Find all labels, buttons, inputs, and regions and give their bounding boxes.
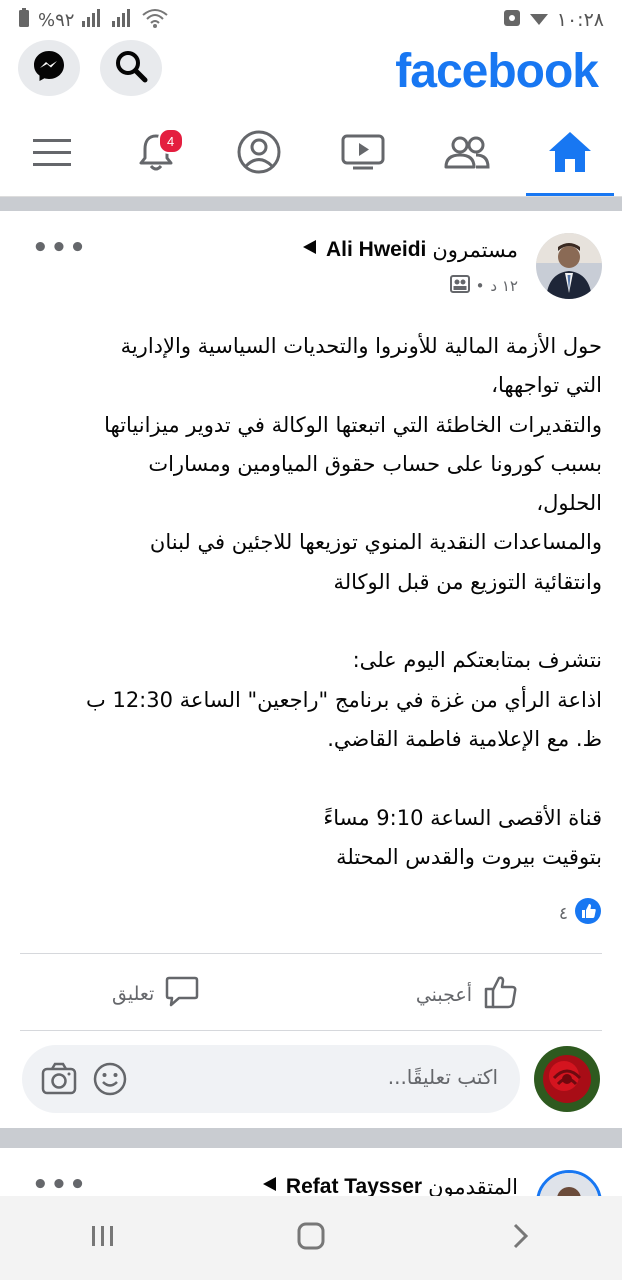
post-options-button[interactable]: ••• xyxy=(32,1170,88,1196)
status-left: %٩٢ xyxy=(18,7,169,33)
post-text-line: حول الأزمة المالية للأونروا والتحديات ال… xyxy=(120,334,602,358)
reaction-count: ٤ xyxy=(558,903,568,924)
notification-badge: 4 xyxy=(157,128,184,154)
feed-separator xyxy=(0,197,622,211)
tab-friends[interactable] xyxy=(415,112,519,196)
comment-button[interactable]: تعليق xyxy=(112,973,200,1014)
recent-apps-button[interactable] xyxy=(88,1221,118,1255)
post-text-line: والمساعدات النقدية المنوي توزيعها للاجئي… xyxy=(149,530,602,555)
tab-home[interactable] xyxy=(518,112,622,196)
post-text-line: اذاعة الرأي من غزة في برنامج "راجعين" ال… xyxy=(86,687,602,712)
reaction-summary[interactable]: ٤ xyxy=(559,897,602,930)
arrow-left-icon xyxy=(260,1174,280,1196)
search-button[interactable] xyxy=(100,40,162,96)
post-text-line: وانتقائية التوزيع من قبل الوكالة xyxy=(333,569,602,594)
post-text-line: بسبب كورونا على حساب حقوق المياومين ومسا… xyxy=(148,451,602,476)
group-privacy-icon xyxy=(449,275,470,297)
status-right: ١٠:٢٨ xyxy=(503,9,604,32)
facebook-logo[interactable]: facebook xyxy=(395,44,599,99)
comment-input[interactable]: اكتب تعليقًا... xyxy=(22,1045,520,1113)
feed-separator xyxy=(0,1128,622,1148)
search-icon xyxy=(114,49,148,87)
post-text: حول الأزمة المالية للأونروا والتحديات ال… xyxy=(20,327,602,877)
arrow-left-icon xyxy=(300,237,320,263)
tab-notifications[interactable]: 4 xyxy=(104,112,208,196)
author-avatar[interactable] xyxy=(536,233,602,299)
like-reaction-icon xyxy=(574,897,602,930)
comment-tools xyxy=(40,1061,128,1101)
friends-icon xyxy=(443,132,491,176)
divider xyxy=(20,953,602,954)
battery-percentage: %٩٢ xyxy=(38,9,75,31)
tab-watch[interactable] xyxy=(311,112,415,196)
author-avatar[interactable] xyxy=(536,1170,602,1196)
group-name[interactable]: المتقدمون xyxy=(428,1175,518,1197)
messenger-button[interactable] xyxy=(18,40,80,96)
status-bar: %٩٢ ١٠:٢٨ xyxy=(0,0,622,40)
post-time[interactable]: ١٢ د xyxy=(490,277,518,295)
post-text-line: ظ. مع الإعلامية فاطمة القاضي. xyxy=(327,726,602,751)
messenger-icon xyxy=(31,48,67,88)
system-nav-bar xyxy=(0,1196,622,1280)
emoji-icon[interactable] xyxy=(92,1061,128,1101)
app-header: facebook xyxy=(0,40,622,102)
post-header: مستمرون Ali Hweidi xyxy=(300,237,518,263)
post-text-blank xyxy=(20,602,602,641)
post-text-line: بتوقيت بيروت والقدس المحتلة xyxy=(336,844,602,869)
group-name[interactable]: مستمرون xyxy=(432,238,518,263)
feed-post: ••• المتقدمون Refat Taysser xyxy=(0,1148,622,1196)
feed-post: ••• مستمرون Ali Hweidi ١٢ د • حول الأزمة… xyxy=(0,211,622,1128)
post-text-line: قناة الأقصى الساعة 9:10 مساءً xyxy=(323,805,602,830)
author-name[interactable]: Ali Hweidi xyxy=(326,238,426,262)
like-button[interactable]: أعجبني xyxy=(416,973,520,1016)
menu-icon xyxy=(31,135,73,173)
profile-icon xyxy=(236,129,282,179)
camera-icon[interactable] xyxy=(40,1061,78,1101)
tab-profile[interactable] xyxy=(207,112,311,196)
data-icon xyxy=(529,10,549,31)
comment-icon xyxy=(164,973,200,1014)
post-text-blank xyxy=(20,759,602,798)
divider xyxy=(20,1030,602,1031)
home-icon xyxy=(547,130,593,178)
comment-placeholder: اكتب تعليقًا... xyxy=(387,1065,498,1089)
post-text-line: والتقديرات الخاطئة التي اتبعتها الوكالة … xyxy=(104,412,602,437)
tab-menu[interactable] xyxy=(0,112,104,196)
comment-label: تعليق xyxy=(112,982,155,1005)
home-system-button[interactable] xyxy=(295,1220,327,1256)
video-icon xyxy=(340,132,386,176)
post-text-line: التي تواجهها، xyxy=(491,373,602,398)
thumbs-up-icon xyxy=(482,973,520,1016)
wifi-icon xyxy=(142,8,169,33)
main-nav: 4 xyxy=(0,112,622,197)
post-text-line: نتشرف بمتابعتكم اليوم على: xyxy=(352,648,602,673)
back-button[interactable] xyxy=(504,1221,534,1255)
author-name[interactable]: Refat Taysser xyxy=(286,1175,422,1196)
post-meta: ١٢ د • xyxy=(449,275,518,297)
post-header: المتقدمون Refat Taysser xyxy=(260,1174,518,1196)
battery-icon xyxy=(18,7,30,33)
media-icon xyxy=(503,9,521,32)
signal-icon xyxy=(82,8,104,32)
like-label: أعجبني xyxy=(415,983,472,1006)
viewer-avatar[interactable] xyxy=(534,1046,600,1112)
signal-icon xyxy=(112,8,134,32)
post-options-button[interactable]: ••• xyxy=(32,233,88,263)
post-text-line: الحلول، xyxy=(536,491,602,516)
clock-time: ١٠:٢٨ xyxy=(556,9,604,31)
